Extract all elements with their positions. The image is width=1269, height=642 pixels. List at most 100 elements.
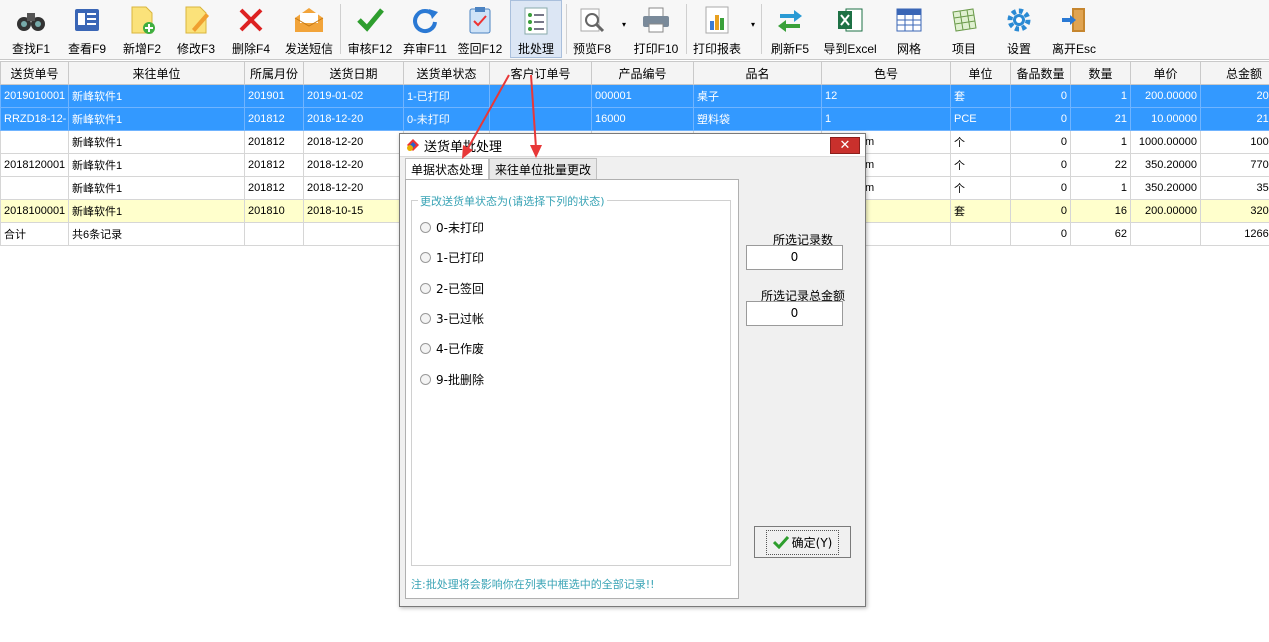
column-header[interactable]: 色号 bbox=[821, 61, 951, 85]
toolbar-button-checkmark[interactable]: 审核F12 bbox=[344, 0, 396, 58]
dropdown-arrow-icon[interactable]: ▾ bbox=[622, 20, 626, 29]
column-header[interactable]: 单价 bbox=[1130, 61, 1201, 85]
table-cell bbox=[489, 84, 592, 108]
table-cell: PCE bbox=[950, 107, 1011, 131]
dropdown-arrow-icon[interactable]: ▾ bbox=[751, 20, 755, 29]
table-cell: 2018-12-20 bbox=[303, 176, 404, 200]
table-cell bbox=[1130, 222, 1201, 246]
toolbar-button-sms-envelope[interactable]: 发送短信 bbox=[280, 0, 338, 58]
toolbar-button-refresh[interactable]: 弃审F11 bbox=[399, 0, 451, 58]
column-header[interactable]: 品名 bbox=[693, 61, 822, 85]
table-cell: 个 bbox=[950, 176, 1011, 200]
dialog-titlebar[interactable]: 送货单批处理 bbox=[400, 134, 865, 157]
column-header[interactable]: 来往单位 bbox=[68, 61, 245, 85]
table-cell: 21 bbox=[1070, 107, 1131, 131]
table-cell: 200.00000 bbox=[1130, 84, 1201, 108]
radio-printed[interactable]: 1-已打印 bbox=[420, 249, 484, 266]
table-cell bbox=[0, 130, 69, 154]
check-icon bbox=[772, 535, 789, 549]
radio-circle-icon bbox=[420, 343, 431, 354]
radio-label: 3-已过帐 bbox=[436, 312, 484, 326]
batch-note: 注:批处理将会影响你在列表中框选中的全部记录!! bbox=[411, 578, 655, 591]
column-header[interactable]: 数量 bbox=[1070, 61, 1131, 85]
table-cell: 新峰软件1 bbox=[68, 153, 245, 177]
table-cell: 2018-12-20 bbox=[303, 107, 404, 131]
table-cell: 10.00000 bbox=[1130, 107, 1201, 131]
toolbar-button-refresh-arrows[interactable]: 刷新F5 bbox=[765, 0, 815, 58]
toolbar-separator bbox=[340, 4, 341, 54]
table-cell: 1 bbox=[1070, 130, 1131, 154]
radio-unprinted[interactable]: 0-未打印 bbox=[420, 219, 484, 236]
toolbar-button-grid[interactable]: 网格 bbox=[886, 0, 932, 58]
toolbar-button-printer[interactable]: 打印F10 bbox=[629, 0, 683, 58]
excel-icon bbox=[833, 3, 867, 37]
toolbar-button-clipboard[interactable]: 签回F12 bbox=[454, 0, 506, 58]
radio-posted[interactable]: 3-已过帐 bbox=[420, 310, 484, 327]
close-button[interactable]: ✕ bbox=[830, 137, 860, 154]
toolbar-button-excel[interactable]: 导到Excel bbox=[819, 0, 881, 58]
radio-voided[interactable]: 4-已作废 bbox=[420, 340, 484, 357]
radio-circle-icon bbox=[420, 374, 431, 385]
table-cell: 0 bbox=[1010, 176, 1071, 200]
toolbar-separator bbox=[761, 4, 762, 54]
confirm-button[interactable]: 确定(Y) bbox=[754, 526, 851, 558]
toolbar-button-spreadsheet[interactable]: 项目 bbox=[941, 0, 987, 58]
table-cell: 200.00000 bbox=[1130, 199, 1201, 223]
column-header[interactable]: 客户订单号 bbox=[489, 61, 592, 85]
column-header[interactable]: 单位 bbox=[950, 61, 1011, 85]
tab-status[interactable]: 单据状态处理 bbox=[405, 158, 490, 180]
toolbar-label: 网格 bbox=[896, 42, 921, 56]
column-header[interactable]: 总金额 bbox=[1200, 61, 1269, 85]
table-cell: 套 bbox=[950, 84, 1011, 108]
toolbar-button-report-chart[interactable]: 打印报表 bbox=[688, 0, 746, 58]
toolbar-button-delete-x[interactable]: 删除F4 bbox=[226, 0, 276, 58]
toolbar-label: 签回F12 bbox=[457, 42, 503, 56]
view-card-icon bbox=[70, 3, 104, 37]
table-cell: 新峰软件1 bbox=[68, 199, 245, 223]
binoculars-icon bbox=[14, 3, 48, 37]
radio-circle-icon bbox=[420, 283, 431, 294]
column-header[interactable]: 备品数量 bbox=[1010, 61, 1071, 85]
table-cell: 2018-12-20 bbox=[303, 153, 404, 177]
table-cell: 合计 bbox=[0, 222, 69, 246]
table-cell: 2019010001 bbox=[0, 84, 69, 108]
table-cell: 201812 bbox=[244, 130, 304, 154]
toolbar-label: 查看F9 bbox=[67, 42, 106, 56]
column-header[interactable]: 送货日期 bbox=[303, 61, 404, 85]
toolbar-button-batch-list[interactable]: 批处理 bbox=[510, 0, 562, 58]
selected-count-field[interactable]: 0 bbox=[746, 245, 843, 270]
column-header[interactable]: 送货单状态 bbox=[403, 61, 490, 85]
app-logo-icon bbox=[407, 139, 419, 151]
table-cell: 0 bbox=[1010, 107, 1071, 131]
radio-circle-icon bbox=[420, 313, 431, 324]
table-cell: 新峰软件1 bbox=[68, 130, 245, 154]
selected-amount-field[interactable]: 0 bbox=[746, 301, 843, 326]
table-cell: 塑料袋 bbox=[693, 107, 822, 131]
toolbar-button-view-card[interactable]: 查看F9 bbox=[62, 0, 112, 58]
column-header[interactable]: 送货单号 bbox=[0, 61, 69, 85]
toolbar-button-edit-pencil[interactable]: 修改F3 bbox=[171, 0, 221, 58]
table-cell bbox=[950, 222, 1011, 246]
column-header[interactable]: 所属月份 bbox=[244, 61, 304, 85]
toolbar-button-gear[interactable]: 设置 bbox=[996, 0, 1042, 58]
toolbar-label: 项目 bbox=[951, 42, 976, 56]
radio-label: 4-已作废 bbox=[436, 342, 484, 356]
radio-batch-delete[interactable]: 9-批删除 bbox=[420, 371, 484, 388]
confirm-label: 确定(Y) bbox=[791, 535, 833, 550]
toolbar-label: 删除F4 bbox=[231, 42, 270, 56]
toolbar-button-magnifier[interactable]: 预览F8 bbox=[568, 0, 616, 58]
toolbar-button-exit-door[interactable]: 离开Esc bbox=[1046, 0, 1102, 58]
table-row[interactable]: 2019010001 新峰软件1 201901 2019-01-02 1-已打印 0000… bbox=[0, 84, 1269, 108]
toolbar-button-binoculars[interactable]: 查找F1 bbox=[6, 0, 56, 58]
radio-signed[interactable]: 2-已签回 bbox=[420, 280, 484, 297]
delete-x-icon bbox=[234, 3, 268, 37]
tab-partner-batch[interactable]: 来往单位批量更改 bbox=[489, 158, 598, 180]
table-cell: 12 bbox=[821, 84, 951, 108]
table-cell: 16000 bbox=[591, 107, 694, 131]
toolbar-label: 批处理 bbox=[517, 42, 554, 56]
toolbar-button-new-file[interactable]: 新增F2 bbox=[117, 0, 167, 58]
report-chart-icon bbox=[700, 3, 734, 37]
table-row[interactable]: RRZD18-12- 新峰软件1 201812 2018-12-20 0-未打印 1600… bbox=[0, 107, 1269, 131]
column-header[interactable]: 产品编号 bbox=[591, 61, 694, 85]
table-cell: 新峰软件1 bbox=[68, 107, 245, 131]
